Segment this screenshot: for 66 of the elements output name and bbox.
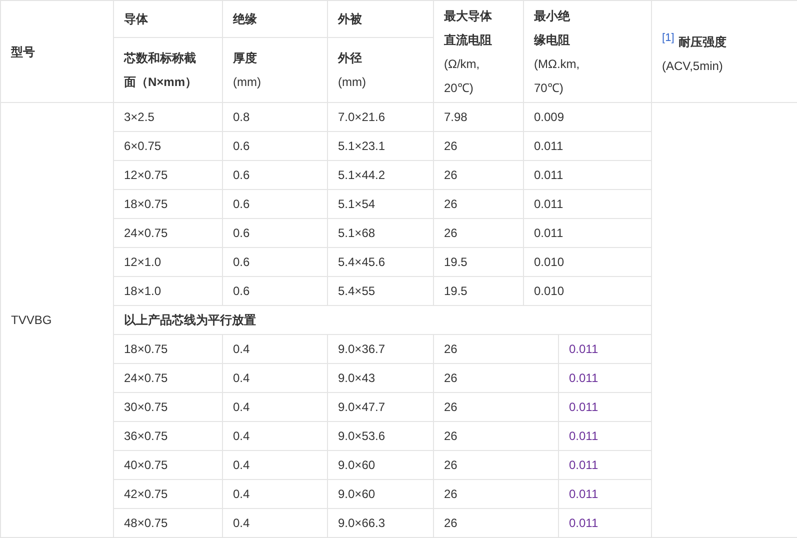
table-cell: 9.0×53.6 (328, 422, 434, 450)
column-header: 厚度 (mm) (222, 38, 328, 102)
column-header: 外被 (328, 0, 434, 38)
table-cell: 36×0.75 (114, 422, 222, 450)
table-cell: 0.4 (222, 508, 328, 538)
table-cell: 26 (434, 392, 558, 422)
table-cell: 5.1×23.1 (328, 132, 434, 160)
column-header: 型号 (0, 0, 114, 102)
table-cell: 26 (434, 334, 558, 364)
table-cell: 3×2.5 (114, 102, 222, 132)
table-cell: 18×0.75 (114, 334, 222, 364)
table-cell: 5.1×54 (328, 190, 434, 218)
table-cell: 24×0.75 (114, 364, 222, 392)
table-cell: 48×0.75 (114, 508, 222, 538)
table-cell: 5.1×68 (328, 218, 434, 248)
table-cell: 5.1×44.2 (328, 160, 434, 190)
table-cell: 0.6 (222, 132, 328, 160)
column-header: 最大导体 直流电阻 (Ω/km, 20℃) (434, 0, 524, 102)
column-header: 芯数和标称截 面（N×mm） (114, 38, 222, 102)
table-cell: 12×1.0 (114, 248, 222, 276)
column-header: 绝缘 (222, 0, 328, 38)
table-cell: 5.4×45.6 (328, 248, 434, 276)
table-cell: 0.4 (222, 422, 328, 450)
table-cell: 0.6 (222, 218, 328, 248)
table-cell: 0.4 (222, 450, 328, 480)
table-cell: 26 (434, 480, 558, 508)
table-cell: 12×0.75 (114, 160, 222, 190)
table-cell: 26 (434, 450, 558, 480)
table-cell: 0.8 (222, 102, 328, 132)
table-cell: 0.4 (222, 364, 328, 392)
table-cell: 19.5 (434, 276, 524, 306)
table-cell: 0.4 (222, 334, 328, 364)
table-cell: 0.6 (222, 190, 328, 218)
table-cell: 9.0×36.7 (328, 334, 434, 364)
table-cell: 18×0.75 (114, 190, 222, 218)
table-cell: 19.5 (434, 248, 524, 276)
model-cell: TVVBG (0, 102, 114, 538)
table-cell: 7.0×21.6 (328, 102, 434, 132)
column-header: 最小绝 缘电阻 (MΩ.km, 70℃) (524, 0, 652, 102)
table-cell: 0.6 (222, 276, 328, 306)
table-cell: 0.4 (222, 480, 328, 508)
table-cell: 26 (434, 190, 524, 218)
table-cell: 30×0.75 (114, 392, 222, 422)
table-cell: 9.0×47.7 (328, 392, 434, 422)
column-header: 导体 (114, 0, 222, 38)
table-cell: 42×0.75 (114, 480, 222, 508)
table-cell: 9.0×60 (328, 450, 434, 480)
table-cell: 0.6 (222, 248, 328, 276)
table-cell: 26 (434, 364, 558, 392)
table-cell: 9.0×43 (328, 364, 434, 392)
table-cell: 26 (434, 422, 558, 450)
table-cell: 9.0×60 (328, 480, 434, 508)
table-cell: 6×0.75 (114, 132, 222, 160)
table-cell: 24×0.75 (114, 218, 222, 248)
table-cell: 9.0×66.3 (328, 508, 434, 538)
table-cell: 26 (434, 218, 524, 248)
table-cell: 0.6 (222, 160, 328, 190)
table-cell: 26 (434, 132, 524, 160)
table-cell: 18×1.0 (114, 276, 222, 306)
table-cell: 5.4×55 (328, 276, 434, 306)
table-cell: 26 (434, 508, 558, 538)
table-cell: 0.4 (222, 392, 328, 422)
table-cell: 0.009 (524, 102, 652, 132)
table-cell: 40×0.75 (114, 450, 222, 480)
table-cell: 7.98 (434, 102, 524, 132)
table-cell: 26 (434, 160, 524, 190)
